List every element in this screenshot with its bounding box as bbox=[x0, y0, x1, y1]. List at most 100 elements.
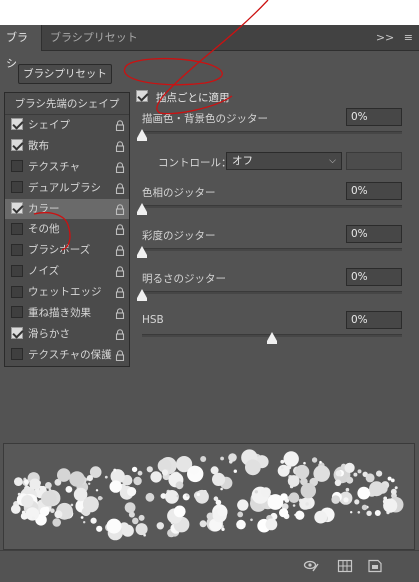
preview-dot bbox=[267, 494, 284, 510]
option-label: 散布 bbox=[28, 139, 49, 152]
option-checkbox[interactable] bbox=[11, 222, 23, 235]
tab-brush[interactable]: ブラシ bbox=[0, 25, 42, 70]
lock-icon[interactable] bbox=[115, 266, 125, 278]
preview-dot bbox=[146, 466, 153, 473]
lock-icon[interactable] bbox=[115, 182, 125, 194]
preview-dot bbox=[369, 481, 385, 497]
eye-brush-icon[interactable] bbox=[303, 559, 319, 573]
lock-icon[interactable] bbox=[115, 162, 125, 173]
preview-dot bbox=[305, 502, 309, 506]
new-preset-icon[interactable] bbox=[367, 559, 383, 573]
preview-dot bbox=[45, 482, 52, 489]
grid-icon[interactable] bbox=[337, 559, 353, 573]
preview-dot bbox=[346, 476, 354, 484]
preview-dot bbox=[236, 519, 246, 530]
preview-dot bbox=[176, 494, 179, 498]
preview-dot bbox=[31, 516, 35, 520]
fg-bg-jitter-slider-thumb[interactable] bbox=[137, 129, 147, 138]
preview-dot bbox=[69, 471, 85, 487]
option-checkbox[interactable] bbox=[11, 118, 23, 131]
preview-dot bbox=[29, 478, 41, 490]
preview-dot bbox=[217, 506, 228, 517]
option-checkbox[interactable] bbox=[11, 348, 23, 361]
option-checkbox[interactable] bbox=[11, 306, 23, 319]
expand-icon[interactable]: >> bbox=[376, 31, 394, 44]
preview-dot bbox=[156, 522, 164, 530]
brush-preview-dots bbox=[11, 449, 404, 541]
lock-icon[interactable] bbox=[115, 308, 125, 320]
brightness-jitter-slider-thumb[interactable] bbox=[137, 289, 147, 298]
brush-option-item[interactable]: ウェットエッジ bbox=[5, 282, 129, 303]
brush-option-item[interactable]: デュアルブラシ bbox=[5, 178, 129, 199]
fg-bg-jitter-slider-track[interactable] bbox=[142, 131, 402, 134]
hue-jitter-input[interactable]: 0% bbox=[346, 182, 402, 200]
saturation-jitter-slider-track[interactable] bbox=[142, 248, 402, 251]
brush-option-item[interactable]: その他 bbox=[5, 219, 129, 240]
fg-bg-jitter-input[interactable]: 0% bbox=[346, 108, 402, 126]
brush-option-item[interactable]: カラー bbox=[5, 198, 129, 220]
brush-preset-button[interactable]: ブラシプリセット bbox=[18, 64, 112, 84]
preview-dot bbox=[70, 503, 74, 507]
preview-dot bbox=[175, 481, 184, 490]
preview-dot bbox=[221, 527, 225, 531]
option-checkbox[interactable] bbox=[11, 327, 23, 340]
preview-dot bbox=[97, 496, 103, 501]
control-select[interactable]: オフ ⌵ bbox=[226, 152, 342, 170]
slider-thumb-base bbox=[137, 255, 147, 258]
panel-menu-icon[interactable]: ≡ bbox=[404, 31, 413, 44]
lock-icon[interactable] bbox=[115, 224, 125, 236]
brush-option-item[interactable]: 散布 bbox=[5, 136, 129, 157]
preview-dot bbox=[392, 494, 395, 498]
lock-icon[interactable] bbox=[115, 350, 125, 361]
preview-dot bbox=[245, 459, 261, 476]
lock-icon[interactable] bbox=[115, 329, 125, 340]
option-checkbox[interactable] bbox=[11, 139, 23, 152]
tab-brush-preset[interactable]: ブラシプリセット bbox=[44, 25, 144, 51]
preview-dot bbox=[138, 514, 145, 521]
preview-dot bbox=[311, 457, 318, 463]
brush-option-item[interactable]: テクスチャの保護 bbox=[5, 345, 129, 366]
brush-option-item[interactable]: シェイプ bbox=[5, 115, 129, 136]
option-label: テクスチャ bbox=[28, 160, 81, 173]
preview-dot bbox=[319, 460, 322, 464]
preview-dot bbox=[90, 517, 97, 524]
hsb-input[interactable]: 0% bbox=[346, 311, 402, 329]
preview-dot bbox=[195, 489, 209, 504]
brightness-jitter-slider-track[interactable] bbox=[142, 291, 402, 294]
preview-dot bbox=[113, 468, 117, 472]
option-checkbox[interactable] bbox=[11, 181, 23, 194]
preview-dot bbox=[260, 487, 271, 498]
option-checkbox[interactable] bbox=[11, 202, 23, 215]
brush-option-item[interactable]: 重ね描き効果 bbox=[5, 303, 129, 324]
slider-thumb-base bbox=[267, 341, 277, 344]
brush-tip-shape-item[interactable]: ブラシ先端のシェイプ bbox=[5, 93, 129, 115]
preview-dot bbox=[314, 510, 328, 524]
preview-dot bbox=[374, 510, 381, 516]
preview-dot bbox=[394, 486, 398, 490]
brush-option-item[interactable]: ブラシポーズ bbox=[5, 240, 129, 261]
color-dynamics-settings: 描点ごとに適用 描画色・背景色のジッター 0% コントロール： オフ ⌵ 色相の… bbox=[136, 61, 416, 381]
brightness-jitter-input[interactable]: 0% bbox=[346, 268, 402, 286]
preview-dot bbox=[287, 475, 300, 487]
preview-dot bbox=[350, 511, 353, 514]
option-checkbox[interactable] bbox=[11, 264, 23, 277]
hue-jitter-slider-track[interactable] bbox=[142, 205, 402, 208]
option-checkbox[interactable] bbox=[11, 243, 23, 256]
saturation-jitter-input[interactable]: 0% bbox=[346, 225, 402, 243]
brush-option-item[interactable]: ノイズ bbox=[5, 261, 129, 282]
lock-icon[interactable] bbox=[115, 245, 125, 257]
lock-icon[interactable] bbox=[115, 287, 125, 299]
brush-option-item[interactable]: テクスチャ bbox=[5, 157, 129, 178]
preview-dot bbox=[131, 466, 138, 473]
brush-option-item[interactable]: 滑らかさ bbox=[5, 324, 129, 345]
option-checkbox[interactable] bbox=[11, 285, 23, 298]
hue-jitter-slider-thumb[interactable] bbox=[137, 203, 147, 212]
saturation-jitter-slider-thumb[interactable] bbox=[137, 246, 147, 255]
apply-per-tip-checkbox[interactable] bbox=[136, 90, 148, 102]
lock-icon[interactable] bbox=[115, 120, 125, 131]
hsb-slider-thumb[interactable] bbox=[267, 332, 277, 341]
option-checkbox[interactable] bbox=[11, 160, 23, 173]
lock-icon[interactable] bbox=[115, 141, 125, 152]
preview-dot bbox=[294, 513, 297, 517]
lock-icon[interactable] bbox=[115, 203, 125, 215]
